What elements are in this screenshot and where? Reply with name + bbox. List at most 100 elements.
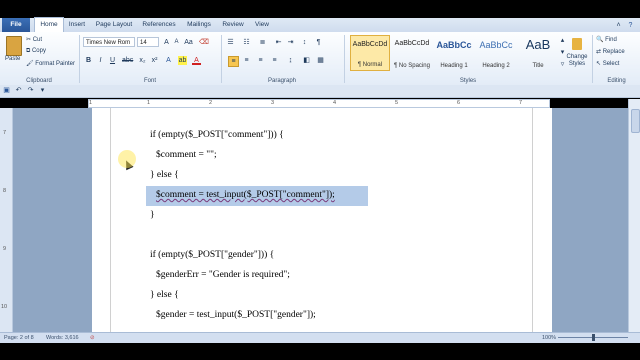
quick-access-toolbar: ▣ ↶ ↷ ▾ [0,85,640,98]
select-button[interactable]: ↖ Select [596,60,619,67]
increase-indent-icon[interactable]: ⇥ [286,38,295,47]
help-icon[interactable]: ? [626,21,635,30]
divider [79,35,80,83]
paste-icon[interactable] [6,36,22,56]
ribbon: Paste ✂ Cut ⧉ Copy 🖌 Format Painter Clip… [0,32,640,86]
undo-icon[interactable]: ↶ [14,86,23,95]
underline-icon[interactable]: U [108,56,117,65]
style-label: Heading 1 [440,63,468,69]
change-styles-button[interactable]: Change Styles [566,54,588,68]
styles-group-label: Styles [459,78,477,84]
borders-icon[interactable]: ▦ [316,56,325,65]
highlight-icon[interactable]: ab [178,56,187,65]
tab-page-layout[interactable]: Page Layout [92,18,136,32]
divider [344,35,345,83]
bold-icon[interactable]: B [84,56,93,65]
scroll-thumb[interactable] [631,109,640,133]
code-line: } else { [150,290,179,300]
text-effects-icon[interactable]: A [164,56,173,65]
line-spacing-icon[interactable]: ↨ [286,56,295,65]
style-preview: AaBbCcDd [394,40,430,47]
style-label: Title [532,63,544,69]
customize-toolbar-icon[interactable]: ▾ [38,86,47,95]
style-heading-2[interactable]: AaBbCc Heading 2 [476,35,516,71]
tab-insert[interactable]: Insert [64,18,90,32]
code-line: if (empty($_POST["gender"])) { [150,250,275,260]
copy-label: Copy [31,48,46,54]
style-preview: AaBbCcDd [352,41,388,48]
tab-mailings[interactable]: Mailings [182,18,216,32]
bullets-icon[interactable]: ☰ [226,38,235,47]
right-margin-guide [532,108,533,332]
status-bar: Page: 2 of 8 Words: 3,616 ⊘ 100% [0,332,640,343]
code-line: $comment = ""; [156,150,217,160]
style-preview: AaB [525,37,551,52]
cursor-icon: ↖ [596,61,602,67]
zoom-slider-thumb[interactable] [592,334,595,341]
show-marks-icon[interactable]: ¶ [314,38,323,47]
code-line: } [150,210,155,220]
style-no-spacing[interactable]: AaBbCcDd ¶ No Spacing [392,35,432,71]
font-size-dropdown[interactable]: 14 [137,37,159,47]
font-color-icon[interactable]: A [192,56,201,65]
sort-icon[interactable]: ↕ [300,38,309,47]
ruler-tick: 7 [519,100,523,106]
brush-icon: 🖌 [26,61,34,67]
style-label: ¶ No Spacing [394,63,430,69]
replace-label: Replace [602,49,625,55]
format-painter-label: Format Painter [35,61,75,67]
align-left-icon[interactable]: ≡ [228,56,239,67]
cut-button[interactable]: ✂ Cut [26,36,42,43]
ruler-tick: 2 [209,100,213,106]
proofing-icon[interactable]: ⊘ [90,333,95,343]
decrease-indent-icon[interactable]: ⇤ [274,38,283,47]
page-count[interactable]: Page: 2 of 8 [4,333,34,343]
format-painter-button[interactable]: 🖌 Format Painter [26,60,75,67]
redo-icon[interactable]: ↷ [26,86,35,95]
save-icon[interactable]: ▣ [2,86,11,95]
superscript-icon[interactable]: x² [150,56,159,65]
align-right-icon[interactable]: ≡ [256,56,265,65]
horizontal-ruler[interactable]: 1 1 2 3 4 5 6 7 [88,99,550,108]
vertical-ruler[interactable]: 7 8 9 10 [0,108,13,332]
multilevel-list-icon[interactable]: ≣ [258,38,267,47]
code-line-selected: $comment = test_input($_POST["comment"])… [156,190,335,200]
tab-home[interactable]: Home [34,17,64,32]
find-button[interactable]: 🔍 Find [596,36,617,43]
clear-formatting-icon[interactable]: ⌫ [199,38,209,47]
tab-view[interactable]: View [250,18,274,32]
style-normal[interactable]: AaBbCcDd ¶ Normal [350,35,390,71]
clipboard-group-label: Clipboard [26,78,52,84]
shading-icon[interactable]: ◧ [302,56,311,65]
divider [592,35,593,83]
ruler-tick: 6 [457,100,461,106]
code-line: if (empty($_POST["comment"])) { [150,130,284,140]
subscript-icon[interactable]: x₂ [138,56,147,65]
italic-icon[interactable]: I [96,56,105,65]
copy-button[interactable]: ⧉ Copy [26,48,46,55]
style-heading-1[interactable]: AaBbCc Heading 1 [434,35,474,71]
ruler-tick: 7 [3,130,7,136]
style-title[interactable]: AaB Title [518,35,558,71]
change-styles-icon[interactable] [572,38,582,50]
grow-font-icon[interactable]: A [162,38,171,47]
change-case-icon[interactable]: Aa [184,38,193,47]
vertical-scrollbar[interactable] [628,99,640,332]
tab-file[interactable]: File [2,18,30,32]
justify-icon[interactable]: ≡ [270,56,279,65]
align-center-icon[interactable]: ≡ [242,56,251,65]
ruler-tick: 9 [3,246,7,252]
shrink-font-icon[interactable]: A [172,38,181,47]
word-count[interactable]: Words: 3,616 [46,333,79,343]
minimize-ribbon-icon[interactable]: ˄ [614,21,623,30]
numbering-icon[interactable]: ☷ [242,38,251,47]
font-name-dropdown[interactable]: Times New Rom [83,37,135,47]
tab-references[interactable]: References [138,18,180,32]
strikethrough-icon[interactable]: abc [122,56,133,65]
style-label: ¶ Normal [357,62,383,68]
paste-button[interactable]: Paste [5,56,20,62]
replace-button[interactable]: ⇄ Replace [596,48,625,55]
tab-review[interactable]: Review [218,18,248,32]
styles-scroll-up-icon[interactable]: ▴ [558,36,567,45]
zoom-level[interactable]: 100% [542,333,556,343]
